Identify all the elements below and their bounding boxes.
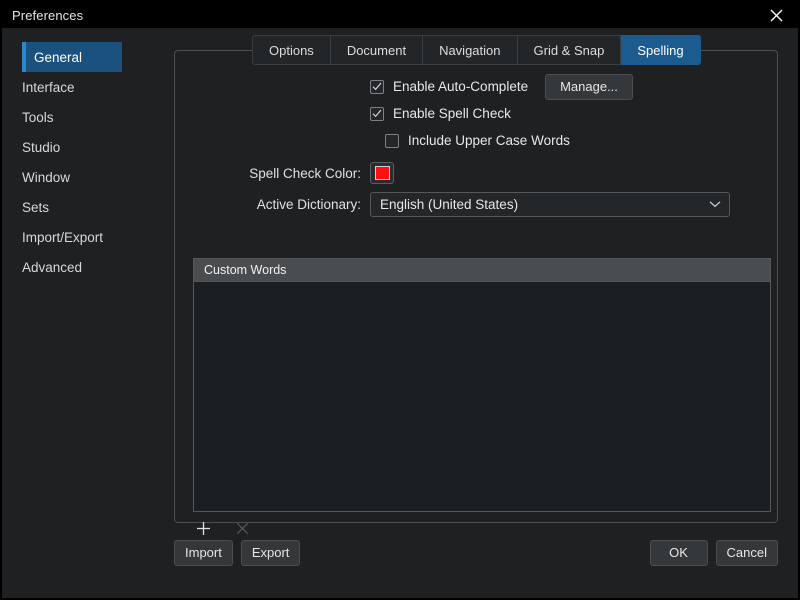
main-content: Options Document Navigation Grid & Snap …	[162, 28, 798, 598]
sidebar-item-label: General	[34, 49, 83, 65]
sidebar-item-sets[interactable]: Sets	[2, 192, 162, 222]
spelling-options: Enable Auto-Complete Manage... Enable Sp…	[175, 73, 777, 218]
sidebar-item-general[interactable]: General	[22, 42, 122, 72]
close-window-button[interactable]	[762, 2, 790, 28]
tab-grid-and-snap[interactable]: Grid & Snap	[517, 35, 622, 65]
sidebar-item-import-export[interactable]: Import/Export	[2, 222, 162, 252]
sidebar-item-window[interactable]: Window	[2, 162, 162, 192]
dialog-footer: Import Export OK Cancel	[174, 539, 778, 567]
sidebar-item-label: Advanced	[22, 259, 83, 275]
custom-words-toolbar	[193, 521, 252, 541]
ok-button[interactable]: OK	[649, 540, 708, 566]
sidebar-item-tools[interactable]: Tools	[2, 102, 162, 132]
active-dictionary-select[interactable]: English (United States)	[370, 191, 730, 217]
close-icon	[770, 9, 783, 22]
spell-check-row: Enable Spell Check	[175, 100, 777, 127]
sidebar: General Interface Tools Studio Window Se…	[2, 28, 162, 598]
title-bar: Preferences	[2, 2, 798, 28]
preferences-dialog: Preferences General Interface Tools Stud…	[0, 0, 800, 600]
color-swatch-fill	[374, 166, 390, 180]
sidebar-item-label: Window	[22, 169, 71, 185]
add-word-button[interactable]	[193, 521, 213, 541]
import-button[interactable]: Import	[174, 540, 233, 566]
footer-left-buttons: Import Export	[174, 540, 301, 566]
spell-check-color-swatch[interactable]	[370, 162, 394, 184]
tab-bar: Options Document Navigation Grid & Snap …	[252, 35, 701, 65]
export-button[interactable]: Export	[240, 540, 301, 566]
custom-words-list-body[interactable]	[194, 282, 770, 510]
plus-icon	[196, 521, 211, 541]
custom-words-column-header: Custom Words	[194, 259, 770, 282]
sidebar-item-studio[interactable]: Studio	[2, 132, 162, 162]
chevron-down-icon	[709, 200, 721, 208]
tab-navigation[interactable]: Navigation	[423, 35, 518, 65]
sidebar-item-label: Studio	[22, 139, 61, 155]
auto-complete-row: Enable Auto-Complete Manage...	[175, 73, 777, 100]
sidebar-item-label: Sets	[22, 199, 50, 215]
close-icon	[236, 522, 249, 540]
remove-word-button[interactable]	[232, 521, 252, 541]
tab-options[interactable]: Options	[252, 35, 331, 65]
sidebar-item-label: Tools	[22, 109, 54, 125]
spell-check-color-row: Spell Check Color:	[175, 159, 777, 187]
cancel-button[interactable]: Cancel	[715, 540, 778, 566]
sidebar-item-label: Interface	[22, 79, 75, 95]
tab-document[interactable]: Document	[330, 35, 424, 65]
enable-auto-complete-checkbox[interactable]	[370, 79, 384, 94]
upper-case-row: Include Upper Case Words	[175, 127, 777, 154]
check-icon	[372, 109, 382, 118]
dialog-body: General Interface Tools Studio Window Se…	[2, 28, 798, 598]
sidebar-item-label: Import/Export	[22, 229, 104, 245]
spelling-panel: Enable Auto-Complete Manage... Enable Sp…	[174, 50, 778, 535]
spell-check-color-label: Spell Check Color:	[249, 165, 361, 181]
tab-spelling[interactable]: Spelling	[621, 35, 701, 65]
check-icon	[372, 82, 382, 91]
active-dictionary-value: English (United States)	[380, 196, 519, 212]
custom-words-listbox[interactable]: Custom Words	[193, 258, 771, 512]
active-dictionary-row: Active Dictionary: English (United State…	[175, 190, 777, 218]
window-title: Preferences	[12, 7, 84, 23]
footer-right-buttons: OK Cancel	[649, 540, 778, 566]
enable-auto-complete-label: Enable Auto-Complete	[393, 79, 529, 94]
enable-spell-check-label: Enable Spell Check	[393, 106, 511, 121]
sidebar-item-advanced[interactable]: Advanced	[2, 252, 162, 282]
manage-button[interactable]: Manage...	[545, 73, 633, 100]
active-dictionary-label: Active Dictionary:	[256, 196, 361, 212]
include-upper-case-words-checkbox[interactable]	[385, 133, 399, 148]
include-upper-case-words-label: Include Upper Case Words	[408, 133, 570, 148]
sidebar-item-interface[interactable]: Interface	[2, 72, 162, 102]
enable-spell-check-checkbox[interactable]	[370, 106, 384, 121]
